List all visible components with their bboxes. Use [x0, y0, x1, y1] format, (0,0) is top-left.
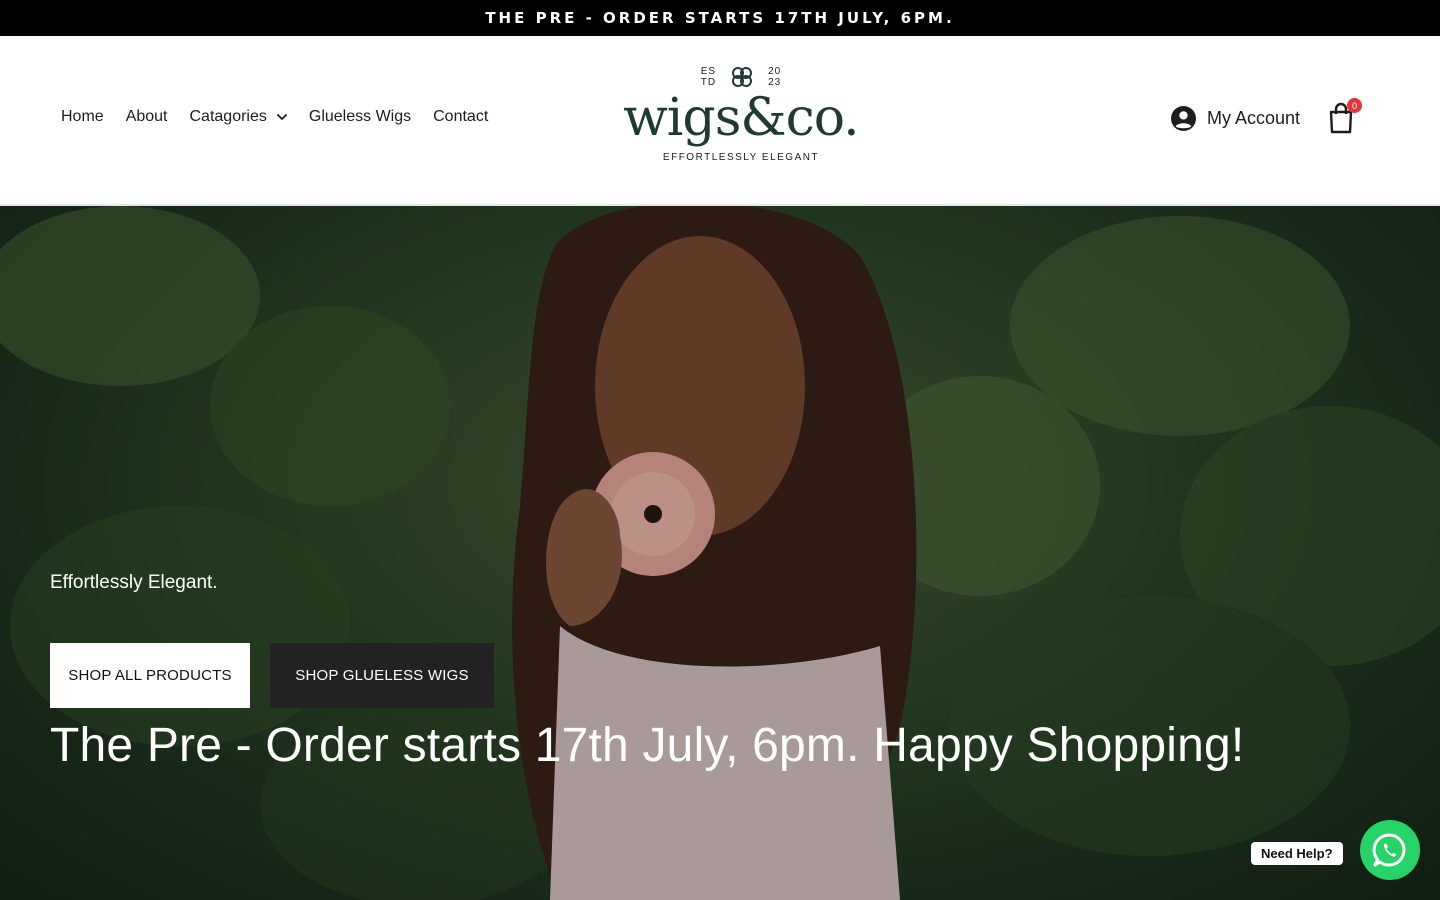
hero-subtitle: Effortlessly Elegant.	[50, 572, 218, 593]
shop-glueless-wigs-button[interactable]: SHOP GLUELESS WIGS	[270, 643, 494, 708]
site-header: Home About Catagories Glueless Wigs Cont…	[0, 36, 1440, 206]
user-circle-icon	[1171, 106, 1196, 131]
nav-contact[interactable]: Contact	[433, 108, 488, 126]
logo-tagline: EFFORTLESSLY ELEGANT	[662, 152, 820, 163]
hero-title: The Pre - Order starts 17th July, 6pm. H…	[50, 719, 1245, 772]
my-account-link[interactable]: My Account	[1171, 106, 1300, 131]
cart-button[interactable]: 0	[1326, 98, 1362, 138]
clover-icon	[732, 67, 753, 87]
logo-wordmark: wigs&co.	[623, 88, 859, 148]
whatsapp-icon	[1372, 833, 1406, 867]
chevron-down-icon	[276, 114, 287, 120]
logo-est-es: ES	[700, 66, 717, 77]
nav-home[interactable]: Home	[61, 108, 104, 126]
nav-glueless-wigs[interactable]: Glueless Wigs	[309, 108, 411, 126]
hero-banner: Effortlessly Elegant. SHOP ALL PRODUCTS …	[0, 206, 1440, 900]
logo-est-23: 23	[768, 77, 782, 88]
cart-count-badge: 0	[1347, 98, 1362, 113]
whatsapp-button[interactable]	[1360, 820, 1420, 880]
nav-categories[interactable]: Catagories	[190, 108, 287, 126]
logo-est-20: 20	[768, 66, 782, 77]
announcement-text: THE PRE - ORDER STARTS 17TH JULY, 6PM.	[485, 9, 955, 27]
shop-all-products-button[interactable]: SHOP ALL PRODUCTS	[50, 643, 250, 708]
main-nav: Home About Catagories Glueless Wigs Cont…	[61, 108, 510, 126]
my-account-label: My Account	[1207, 108, 1301, 128]
announcement-bar: THE PRE - ORDER STARTS 17TH JULY, 6PM.	[0, 0, 1440, 36]
logo-est-td: TD	[700, 77, 717, 88]
site-logo[interactable]: ES TD 20 23 wigs&co. EFFORTLESSLY ELEGAN…	[610, 62, 872, 182]
nav-about[interactable]: About	[126, 108, 168, 126]
nav-categories-label: Catagories	[189, 108, 267, 125]
need-help-label[interactable]: Need Help?	[1251, 842, 1343, 865]
